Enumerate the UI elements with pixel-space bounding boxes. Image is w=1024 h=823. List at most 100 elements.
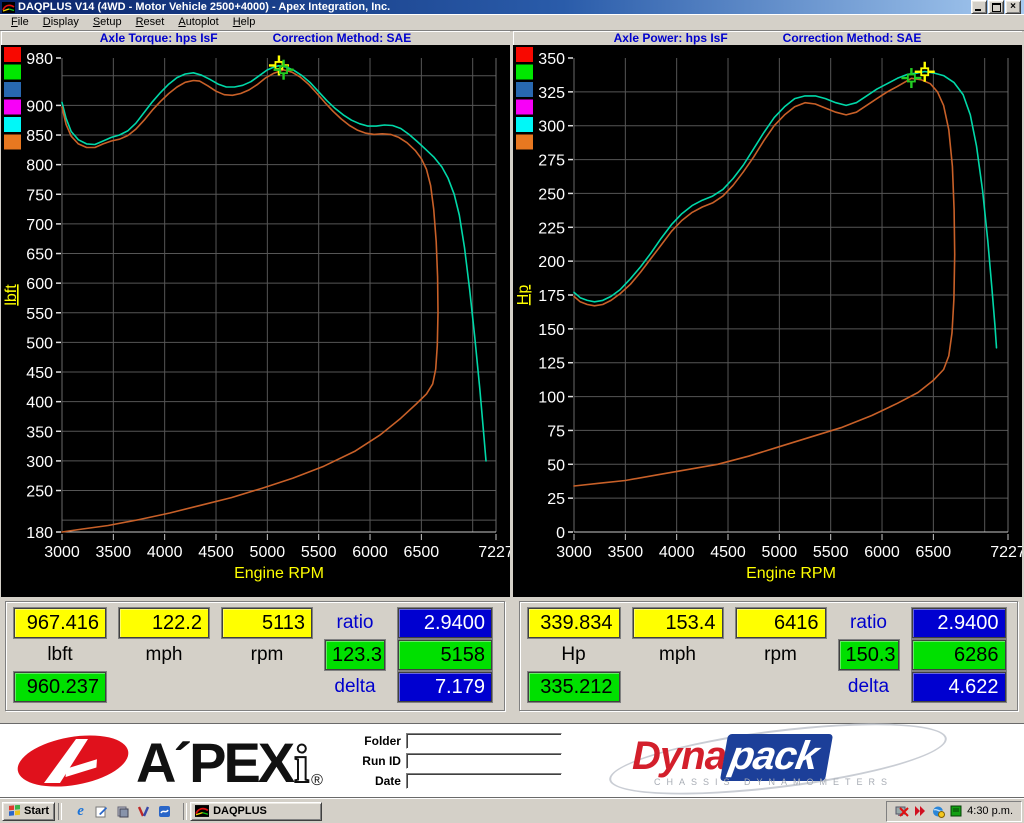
menu-bar: FileDisplaySetupResetAutoplotHelp xyxy=(0,14,1024,31)
menu-help[interactable]: Help xyxy=(227,15,262,29)
speed-cursor2-value: 150.3 xyxy=(839,640,899,670)
svg-text:25: 25 xyxy=(547,491,565,508)
svg-text:250: 250 xyxy=(26,484,53,501)
speed-cursor1-value: 122.2 xyxy=(119,608,209,638)
svg-text:650: 650 xyxy=(26,247,53,264)
svg-text:300: 300 xyxy=(26,454,53,471)
rpm-unit-label: rpm xyxy=(222,644,312,666)
system-tray: 4:30 p.m. xyxy=(886,801,1022,822)
svg-text:0: 0 xyxy=(556,525,565,542)
power-correction-method: Correction Method: SAE xyxy=(783,32,922,44)
power-readout-panel: 339.834 153.4 6416 ratio 2.9400 Hp mph r… xyxy=(519,601,1019,711)
registered-mark: ® xyxy=(311,773,323,789)
apexi-logo: A´PEX i ® xyxy=(14,733,323,789)
date-label: Date xyxy=(351,774,401,788)
daqplus-icon xyxy=(195,805,209,817)
menu-reset[interactable]: Reset xyxy=(130,15,171,29)
speed-cursor2-value: 123.3 xyxy=(325,640,385,670)
power-chart-header: Axle Power: hps IsF Correction Method: S… xyxy=(513,31,1022,45)
svg-text:Engine RPM: Engine RPM xyxy=(746,565,836,582)
svg-text:lbft: lbft xyxy=(3,284,20,306)
run-id-input[interactable] xyxy=(406,753,562,769)
svg-text:3000: 3000 xyxy=(556,544,592,561)
dynapack-pack: pack xyxy=(720,734,833,781)
restore-button[interactable] xyxy=(988,0,1004,14)
minimize-button[interactable] xyxy=(971,0,987,14)
svg-text:500: 500 xyxy=(26,335,53,352)
ratio-label: ratio xyxy=(325,612,385,634)
svg-text:75: 75 xyxy=(547,423,565,440)
run-info-form: Folder Run ID Date xyxy=(351,733,562,789)
speed-unit-label: mph xyxy=(633,644,723,666)
menu-file[interactable]: File xyxy=(5,15,35,29)
svg-text:50: 50 xyxy=(547,457,565,474)
start-button[interactable]: Start xyxy=(2,802,55,821)
svg-text:550: 550 xyxy=(26,306,53,323)
svg-text:900: 900 xyxy=(26,98,53,115)
torque-readout-panel: 967.416 122.2 5113 ratio 2.9400 lbft mph… xyxy=(5,601,505,711)
delta-label: delta xyxy=(839,676,899,698)
svg-text:225: 225 xyxy=(538,220,565,237)
svg-text:Engine RPM: Engine RPM xyxy=(234,565,324,582)
menu-setup[interactable]: Setup xyxy=(87,15,128,29)
globe-alert-icon[interactable] xyxy=(932,805,945,818)
delta-value: 4.622 xyxy=(912,672,1006,702)
svg-text:100: 100 xyxy=(538,390,565,407)
svg-text:200: 200 xyxy=(538,254,565,271)
torque-unit-label: lbft xyxy=(14,644,106,666)
monitor-status-icon[interactable] xyxy=(950,805,962,817)
power-chart[interactable]: 3503253002752502252001751501251007550250… xyxy=(513,45,1022,597)
torque-chart-panel: Axle Torque: hps IsF Correction Method: … xyxy=(1,31,510,597)
menu-autoplot[interactable]: Autoplot xyxy=(172,15,224,29)
rpm-cursor2-value: 5158 xyxy=(398,640,492,670)
date-input[interactable] xyxy=(406,773,562,789)
internet-explorer-icon[interactable]: e xyxy=(73,804,88,819)
speed-cursor1-value: 153.4 xyxy=(633,608,723,638)
messenger-icon[interactable] xyxy=(157,804,172,819)
svg-text:4500: 4500 xyxy=(710,544,746,561)
logo-strip: A´PEX i ® Folder Run ID Date Dynapack CH… xyxy=(0,724,1024,798)
power-cursor1-value: 339.834 xyxy=(528,608,620,638)
svg-text:5500: 5500 xyxy=(301,544,337,561)
apex-i-glyph: i xyxy=(294,739,309,789)
svg-text:350: 350 xyxy=(538,51,565,68)
svg-text:6000: 6000 xyxy=(864,544,900,561)
close-button[interactable]: × xyxy=(1005,0,1021,14)
svg-text:325: 325 xyxy=(538,85,565,102)
fast-arrows-icon[interactable] xyxy=(914,805,927,817)
rpm-cursor1-value: 5113 xyxy=(222,608,312,638)
torque-chart[interactable]: 9809008508007507006506005505004504003503… xyxy=(1,45,510,597)
rpm-cursor2-value: 6286 xyxy=(912,640,1006,670)
svg-text:750: 750 xyxy=(26,187,53,204)
taskbar-divider xyxy=(183,803,187,820)
windows-flag-icon xyxy=(8,805,21,817)
network-offline-icon[interactable] xyxy=(895,805,909,818)
svg-text:180: 180 xyxy=(26,525,53,542)
svg-text:Hp: Hp xyxy=(515,285,532,306)
svg-text:4000: 4000 xyxy=(659,544,695,561)
folder-input[interactable] xyxy=(406,733,562,749)
media-player-icon[interactable] xyxy=(136,804,151,819)
speed-unit-label: mph xyxy=(119,644,209,666)
svg-text:7227: 7227 xyxy=(478,544,510,561)
power-chart-panel: Axle Power: hps IsF Correction Method: S… xyxy=(513,31,1022,597)
taskbar-clock: 4:30 p.m. xyxy=(967,805,1013,817)
menu-display[interactable]: Display xyxy=(37,15,85,29)
apexi-mark-icon xyxy=(14,733,132,789)
show-desktop-icon[interactable] xyxy=(94,804,109,819)
taskbar: Start e DAQPLUS xyxy=(0,798,1024,823)
dynapack-caption: CHASSIS DYNAMOMETERS xyxy=(654,777,893,787)
start-label: Start xyxy=(24,805,49,817)
charts-row: Axle Torque: hps IsF Correction Method: … xyxy=(0,31,1024,597)
apex-wordmark: A´PEX xyxy=(136,737,292,789)
svg-text:3000: 3000 xyxy=(44,544,80,561)
svg-text:300: 300 xyxy=(538,119,565,136)
folder-label: Folder xyxy=(351,734,401,748)
svg-text:150: 150 xyxy=(538,322,565,339)
svg-text:6000: 6000 xyxy=(352,544,388,561)
daqplus-task-button[interactable]: DAQPLUS xyxy=(190,802,322,821)
power-unit-label: Hp xyxy=(528,644,620,666)
channels-icon[interactable] xyxy=(115,804,130,819)
run-id-label: Run ID xyxy=(351,754,401,768)
rpm-cursor1-value: 6416 xyxy=(736,608,826,638)
